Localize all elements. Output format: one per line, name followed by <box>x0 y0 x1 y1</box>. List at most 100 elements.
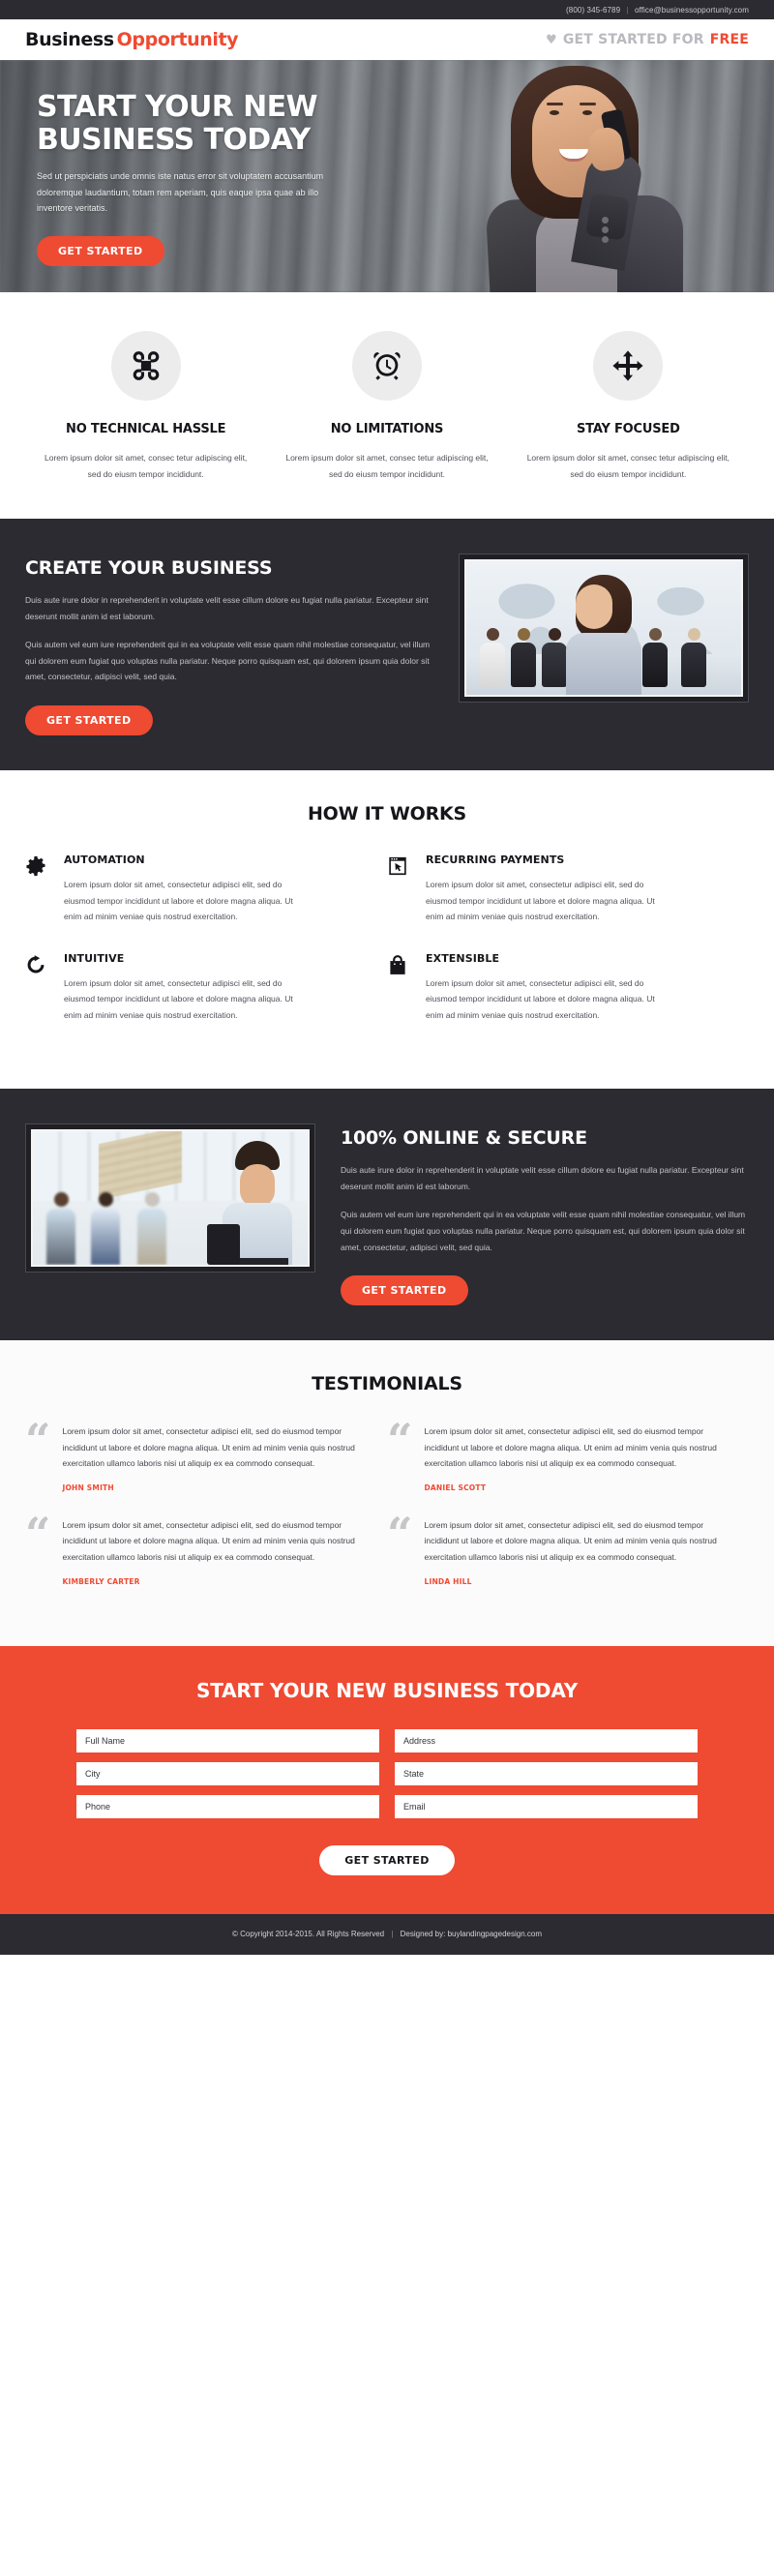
online-secure-photo-frame <box>25 1123 315 1273</box>
quote-icon: “ <box>387 1507 413 1560</box>
header-cta-free: FREE <box>709 32 749 47</box>
create-business-get-started-button[interactable]: GET STARTED <box>25 704 153 735</box>
how-it-works-item-text-block: RECURRING PAYMENTS Lorem ipsum dolor sit… <box>426 854 668 925</box>
testimonial-text: Lorem ipsum dolor sit amet, consectetur … <box>62 1426 355 1469</box>
site-header: Business Opportunity ♥ GET STARTED FOR FR… <box>0 19 774 60</box>
how-it-works-item-text: Lorem ipsum dolor sit amet, consectetur … <box>426 977 655 1020</box>
testimonial-author: JOHN SMITH <box>62 1483 114 1492</box>
feature-stay-focused: STAY FOCUSED Lorem ipsum dolor sit amet,… <box>508 331 749 482</box>
gear-icon <box>25 854 50 925</box>
state-input[interactable] <box>395 1761 698 1785</box>
logo-text-business: Business <box>25 29 114 50</box>
full-name-input[interactable] <box>76 1728 379 1752</box>
hero-get-started-button[interactable]: GET STARTED <box>37 236 164 267</box>
header-cta[interactable]: ♥ GET STARTED FOR FREE <box>546 32 749 47</box>
quote-icon: “ <box>387 1414 413 1467</box>
how-it-works-item-intuitive: INTUITIVE Lorem ipsum dolor sit amet, co… <box>25 952 387 1051</box>
business-team-photo <box>464 559 743 698</box>
address-input[interactable] <box>395 1728 698 1752</box>
testimonial-text: Lorem ipsum dolor sit amet, consectetur … <box>62 1519 355 1562</box>
online-secure-get-started-button[interactable]: GET STARTED <box>341 1275 468 1306</box>
city-input[interactable] <box>76 1761 379 1785</box>
footer-designed-by[interactable]: Designed by: buylandingpagedesign.com <box>401 1930 542 1938</box>
how-it-works-item-text-block: AUTOMATION Lorem ipsum dolor sit amet, c… <box>64 854 306 925</box>
create-business-content: CREATE YOUR BUSINESS Duis aute irure dol… <box>25 554 433 735</box>
email-input[interactable] <box>395 1794 698 1818</box>
shopping-bag-icon <box>387 952 412 1024</box>
phone-input[interactable] <box>76 1794 379 1818</box>
testimonials-title: TESTIMONIALS <box>312 1373 462 1395</box>
contact-info: (800) 345-6789 | office@businessopportun… <box>566 6 749 15</box>
site-footer: © Copyright 2014-2015. All Rights Reserv… <box>0 1913 774 1955</box>
feature-title: STAY FOCUSED <box>577 422 680 436</box>
top-contact-bar: (800) 345-6789 | office@businessopportun… <box>0 0 774 19</box>
feature-title: NO LIMITATIONS <box>330 422 444 436</box>
footer-text: © Copyright 2014-2015. All Rights Reserv… <box>232 1930 542 1938</box>
testimonial-text: Lorem ipsum dolor sit amet, consectetur … <box>424 1426 717 1469</box>
testimonial-kimberly-carter: “ Lorem ipsum dolor sit amet, consectetu… <box>25 1507 387 1611</box>
testimonial-body: Lorem ipsum dolor sit amet, consectetur … <box>424 1517 731 1586</box>
refresh-icon <box>25 952 50 1024</box>
how-it-works-title: HOW IT WORKS <box>307 802 467 824</box>
footer-copyright: © Copyright 2014-2015. All Rights Reserv… <box>232 1930 385 1938</box>
how-it-works-item-recurring-payments: RECURRING PAYMENTS Lorem ipsum dolor sit… <box>387 854 749 952</box>
feature-no-technical-hassle: NO TECHNICAL HASSLE Lorem ipsum dolor si… <box>25 331 266 482</box>
testimonial-john-smith: “ Lorem ipsum dolor sit amet, consectetu… <box>25 1414 387 1517</box>
landing-page: (800) 345-6789 | office@businessopportun… <box>0 0 774 1955</box>
how-it-works-item-title: AUTOMATION <box>64 853 145 866</box>
how-it-works-item-title: INTUITIVE <box>64 951 125 965</box>
how-it-works-grid: AUTOMATION Lorem ipsum dolor sit amet, c… <box>25 854 749 1050</box>
hero-content: START YOUR NEW BUSINESS TODAY Sed ut per… <box>0 60 406 267</box>
testimonial-author: LINDA HILL <box>424 1576 472 1586</box>
quote-icon: “ <box>25 1414 51 1467</box>
how-it-works-item-title: RECURRING PAYMENTS <box>426 853 565 866</box>
lead-capture-form <box>25 1728 749 1818</box>
hero-title: START YOUR NEW BUSINESS TODAY <box>37 91 406 156</box>
phone-number[interactable]: (800) 345-6789 <box>566 6 620 15</box>
online-secure-content: 100% ONLINE & SECURE Duis aute irure dol… <box>341 1123 749 1306</box>
testimonial-text: Lorem ipsum dolor sit amet, consectetur … <box>424 1519 717 1562</box>
cta-form-section: START YOUR NEW BUSINESS TODAY GET STARTE… <box>0 1645 774 1914</box>
quote-icon: “ <box>25 1507 51 1560</box>
how-it-works-section: HOW IT WORKS AUTOMATION Lorem ipsum dolo… <box>0 769 774 1090</box>
testimonial-body: Lorem ipsum dolor sit amet, consectetur … <box>62 1423 370 1492</box>
command-icon <box>110 331 181 401</box>
how-it-works-item-extensible: EXTENSIBLE Lorem ipsum dolor sit amet, c… <box>387 952 749 1051</box>
online-secure-paragraph-2: Quis autem vel eum iure reprehenderit qu… <box>341 1210 746 1252</box>
how-it-works-item-text: Lorem ipsum dolor sit amet, consectetur … <box>64 879 293 922</box>
testimonial-linda-hill: “ Lorem ipsum dolor sit amet, consectetu… <box>387 1507 749 1611</box>
how-it-works-item-text: Lorem ipsum dolor sit amet, consectetur … <box>64 977 293 1020</box>
hero-photo-businesswoman <box>435 60 716 292</box>
move-arrows-icon <box>593 331 664 401</box>
cta-form-get-started-button[interactable]: GET STARTED <box>319 1844 455 1875</box>
feature-no-limitations: NO LIMITATIONS Lorem ipsum dolor sit ame… <box>266 331 507 482</box>
logo-text-opportunity: Opportunity <box>116 29 239 50</box>
hero-title-line2: BUSINESS TODAY <box>37 122 311 157</box>
testimonial-author: DANIEL SCOTT <box>424 1483 487 1492</box>
create-business-paragraph-1: Duis aute irure dolor in reprehenderit i… <box>25 595 429 621</box>
features-section: NO TECHNICAL HASSLE Lorem ipsum dolor si… <box>0 292 774 520</box>
businessman-office-photo <box>31 1129 310 1268</box>
create-business-section: CREATE YOUR BUSINESS Duis aute irure dol… <box>0 519 774 770</box>
heart-icon: ♥ <box>545 32 557 47</box>
how-it-works-item-text-block: INTUITIVE Lorem ipsum dolor sit amet, co… <box>64 952 306 1024</box>
cta-form-title: START YOUR NEW BUSINESS TODAY <box>196 1678 578 1702</box>
logo[interactable]: Business Opportunity <box>25 29 239 50</box>
alarm-clock-icon <box>351 331 422 401</box>
hero-title-line1: START YOUR NEW <box>37 90 318 124</box>
online-secure-paragraph-1: Duis aute irure dolor in reprehenderit i… <box>341 1165 744 1191</box>
email-address[interactable]: office@businessopportunity.com <box>635 6 749 15</box>
testimonial-author: KIMBERLY CARTER <box>62 1576 140 1586</box>
browser-cursor-icon <box>387 854 412 925</box>
hero-section: START YOUR NEW BUSINESS TODAY Sed ut per… <box>0 60 774 292</box>
create-business-paragraph-2: Quis autem vel eum iure reprehenderit qu… <box>25 640 431 682</box>
how-it-works-item-automation: AUTOMATION Lorem ipsum dolor sit amet, c… <box>25 854 387 952</box>
create-business-photo-frame <box>459 554 749 704</box>
online-secure-section: 100% ONLINE & SECURE Duis aute irure dol… <box>0 1089 774 1341</box>
contact-separator: | <box>626 5 629 15</box>
feature-text: Lorem ipsum dolor sit amet, consec tetur… <box>526 453 729 479</box>
create-business-title: CREATE YOUR BUSINESS <box>25 557 273 580</box>
testimonial-body: Lorem ipsum dolor sit amet, consectetur … <box>62 1517 370 1586</box>
how-it-works-item-text: Lorem ipsum dolor sit amet, consectetur … <box>426 879 655 922</box>
header-cta-label: GET STARTED FOR <box>562 32 704 47</box>
